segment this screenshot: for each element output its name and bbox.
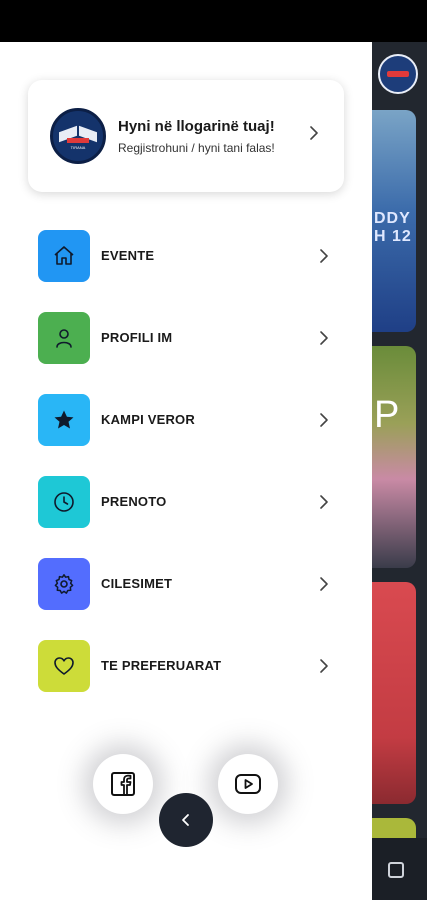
background-card[interactable]: DDY H 12 xyxy=(372,110,416,332)
background-card[interactable]: P xyxy=(372,346,416,568)
chevron-right-icon xyxy=(320,413,328,427)
menu-item-prenoto[interactable]: PRENOTO xyxy=(38,476,338,528)
clock-icon xyxy=(54,492,74,512)
chevron-right-icon xyxy=(320,249,328,263)
star-icon-tile xyxy=(38,394,90,446)
chevron-right-icon xyxy=(320,495,328,509)
home-icon xyxy=(54,246,74,265)
facebook-icon xyxy=(111,772,135,796)
menu-item-kampi-veror[interactable]: KAMPI VEROR xyxy=(38,394,338,446)
calendar-icon[interactable] xyxy=(388,862,404,878)
menu-item-profili-im[interactable]: PROFILI IM xyxy=(38,312,338,364)
youtube-icon xyxy=(235,774,261,794)
chevron-right-icon xyxy=(310,126,318,140)
bottom-bar xyxy=(372,838,427,900)
clock-icon-tile xyxy=(38,476,90,528)
menu-item-label: PRENOTO xyxy=(101,494,167,509)
status-bar xyxy=(0,0,427,42)
close-drawer-button[interactable] xyxy=(159,793,213,847)
menu-item-label: EVENTE xyxy=(101,248,155,263)
club-logo-icon[interactable] xyxy=(378,54,418,94)
gear-icon-tile xyxy=(38,558,90,610)
menu-item-label: KAMPI VEROR xyxy=(101,412,195,427)
person-icon xyxy=(56,329,72,348)
login-subtitle: Regjistrohuni / hyni tani falas! xyxy=(118,141,275,155)
chevron-right-icon xyxy=(320,577,328,591)
youtube-button[interactable] xyxy=(218,754,278,814)
home-icon-tile xyxy=(38,230,90,282)
menu-item-label: CILESIMET xyxy=(101,576,173,591)
menu-item-cilesimet[interactable]: CILESIMET xyxy=(38,558,338,610)
heart-icon-tile xyxy=(38,640,90,692)
menu-item-te-preferuarat[interactable]: TE PREFERUARAT xyxy=(38,640,338,692)
menu-item-label: TE PREFERUARAT xyxy=(101,658,222,673)
login-card[interactable]: TIRANA Hyni në llogarinë tuaj! Regjistro… xyxy=(28,80,344,192)
menu-item-label: PROFILI IM xyxy=(101,330,173,345)
menu-item-evente[interactable]: EVENTE xyxy=(38,230,338,282)
login-title: Hyni në llogarinë tuaj! xyxy=(118,118,275,135)
card-letter: P xyxy=(374,394,400,436)
background-app: DDY H 12 P xyxy=(372,42,427,900)
facebook-button[interactable] xyxy=(93,754,153,814)
star-icon xyxy=(54,410,74,429)
gear-icon xyxy=(54,574,74,594)
person-icon-tile xyxy=(38,312,90,364)
navigation-drawer: TIRANA Hyni në llogarinë tuaj! Regjistro… xyxy=(0,42,372,900)
club-logo-icon: TIRANA xyxy=(50,108,106,164)
chevron-left-icon xyxy=(182,814,189,826)
background-card[interactable] xyxy=(372,582,416,804)
chevron-right-icon xyxy=(320,331,328,345)
chevron-right-icon xyxy=(320,659,328,673)
jersey-text: DDY H 12 xyxy=(374,210,412,245)
heart-icon xyxy=(54,657,74,675)
